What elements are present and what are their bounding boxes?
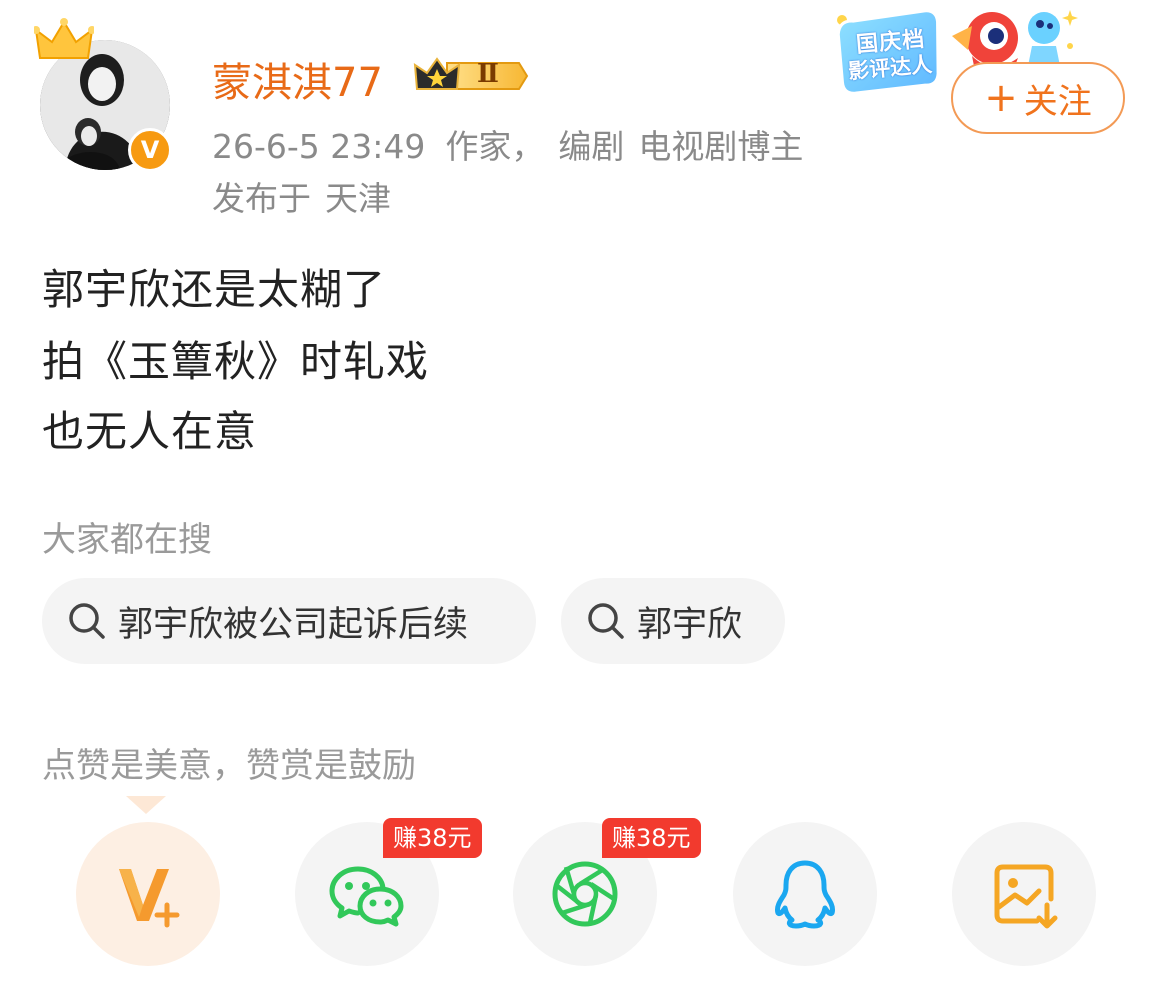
- save-image-button[interactable]: [952, 822, 1096, 966]
- follow-button-label: 关注: [1023, 81, 1092, 122]
- moments-icon: [552, 861, 618, 927]
- level-badge[interactable]: Ⅱ: [413, 55, 529, 97]
- qq-share-button[interactable]: [733, 822, 877, 966]
- post-meta: 26-6-5 23:49 作家， 编剧 电视剧博主: [212, 120, 823, 168]
- wechat-icon: [329, 866, 404, 927]
- tooltip-pointer: [126, 796, 166, 814]
- search-icon: [588, 603, 624, 639]
- reward-label: 点赞是美意，赞赏是鼓励: [42, 746, 416, 786]
- author-tag: 编剧: [558, 127, 625, 166]
- v-plus-icon: [119, 869, 180, 928]
- earn-badge: 赚38元: [383, 818, 482, 858]
- search-icon: [69, 603, 105, 639]
- plus-icon: +: [984, 75, 1018, 121]
- post-timestamp: 26-6-5 23:49: [212, 127, 426, 166]
- level-badge-text: Ⅱ: [477, 59, 499, 89]
- avatar-block[interactable]: V: [34, 18, 172, 172]
- author-tag: 作家，: [445, 127, 545, 166]
- post-text-line: 拍《玉簟秋》时轧戏: [42, 337, 430, 386]
- crown-icon: [34, 18, 94, 59]
- post-text-line: 也无人在意: [42, 407, 258, 456]
- search-chip[interactable]: 郭宇欣: [561, 578, 785, 664]
- author-tag: 电视剧博主: [638, 127, 804, 166]
- follow-button[interactable]: + 关注: [951, 62, 1125, 134]
- verified-badge-icon: V: [128, 128, 172, 172]
- username[interactable]: 蒙淇淇77: [212, 50, 383, 108]
- location-prefix: 发布于: [212, 179, 311, 218]
- search-chip[interactable]: 郭宇欣被公司起诉后续: [42, 578, 536, 664]
- post-location: 发布于 天津: [212, 172, 405, 220]
- search-chip-label: 郭宇欣被公司起诉后续: [118, 604, 469, 645]
- qq-icon: [775, 860, 835, 929]
- post-text-line: 郭宇欣还是太糊了: [42, 265, 387, 314]
- v-plus-button[interactable]: [76, 822, 220, 966]
- trending-search-label: 大家都在搜: [42, 520, 212, 560]
- location-value: 天津: [325, 179, 391, 218]
- search-chip-label: 郭宇欣: [637, 604, 743, 645]
- save-image-icon: [994, 864, 1058, 929]
- earn-badge: 赚38元: [602, 818, 701, 858]
